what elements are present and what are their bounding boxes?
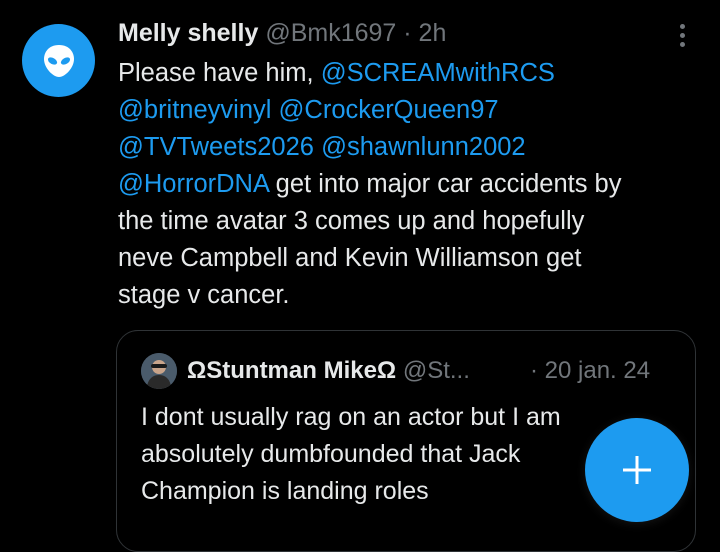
quoted-tweet-header: ΩStuntman MikeΩ @St... <box>187 355 470 387</box>
quoted-tweet-text-line: absolutely dumbfounded that Jack <box>141 440 521 468</box>
more-options-icon <box>679 41 685 47</box>
tweet-text-segment <box>314 133 321 161</box>
tweet-text-line: stage v cancer. <box>118 277 703 314</box>
tweet-text-line: Please have him, @SCREAMwithRCS <box>118 55 703 92</box>
mention-link[interactable]: @TVTweets2026 <box>118 133 314 161</box>
more-options-icon <box>679 23 685 29</box>
display-name[interactable]: Melly shelly <box>118 19 258 47</box>
tweet-text: Please have him, @SCREAMwithRCS @britneyv… <box>118 55 703 314</box>
mention-link[interactable]: @CrockerQueen97 <box>279 96 499 124</box>
profile-photo-icon <box>141 353 177 389</box>
tweet-text-line: @britneyvinyl @CrockerQueen97 <box>118 92 703 129</box>
tweet-header: Melly shelly @Bmk1697 · 2h <box>118 16 446 50</box>
tweet[interactable]: Melly shelly @Bmk1697 · 2h Please have h… <box>0 0 720 552</box>
quoted-user-avatar[interactable] <box>141 353 177 389</box>
quoted-tweet-text-line: I dont usually rag on an actor but I am <box>141 403 561 431</box>
mention-link[interactable]: @shawnlunn2002 <box>321 133 526 161</box>
tweet-text-segment: neve Campbell and Kevin Williamson get <box>118 244 582 272</box>
compose-button[interactable] <box>585 418 689 522</box>
tweet-text-segment: stage v cancer. <box>118 281 290 309</box>
alien-icon <box>43 44 74 77</box>
quoted-tweet-text-line: Champion is landing roles <box>141 477 429 505</box>
quoted-timestamp[interactable]: · 20 jan. 24 <box>530 355 650 387</box>
tweet-text-segment: the time avatar 3 comes up and hopefully <box>118 207 585 235</box>
mention-link[interactable]: @HorrorDNA <box>118 170 269 198</box>
quoted-tweet-text: I dont usually rag on an actor but I am a… <box>141 399 621 510</box>
tweet-text-segment: Please have him, <box>118 59 321 87</box>
quoted-user-handle[interactable]: @St... <box>403 357 470 384</box>
user-handle[interactable]: @Bmk1697 <box>265 19 396 47</box>
tweet-text-line: @HorrorDNA get into major car accidents … <box>118 166 703 203</box>
plus-icon <box>623 456 651 484</box>
separator-dot: · <box>403 19 412 47</box>
mention-link[interactable]: @SCREAMwithRCS <box>321 59 555 87</box>
user-avatar[interactable] <box>22 24 95 97</box>
quoted-display-name[interactable]: ΩStuntman MikeΩ <box>187 357 396 384</box>
more-options-button[interactable] <box>672 20 692 50</box>
tweet-text-segment: get into major car accidents by <box>268 170 622 198</box>
tweet-text-line: @TVTweets2026 @shawnlunn2002 <box>118 129 703 166</box>
tweet-text-line: neve Campbell and Kevin Williamson get <box>118 240 703 277</box>
more-options-icon <box>679 32 685 38</box>
timestamp[interactable]: 2h <box>419 19 447 47</box>
mention-link[interactable]: @britneyvinyl <box>118 96 271 124</box>
tweet-text-segment <box>271 96 278 124</box>
tweet-text-line: the time avatar 3 comes up and hopefully <box>118 203 703 240</box>
